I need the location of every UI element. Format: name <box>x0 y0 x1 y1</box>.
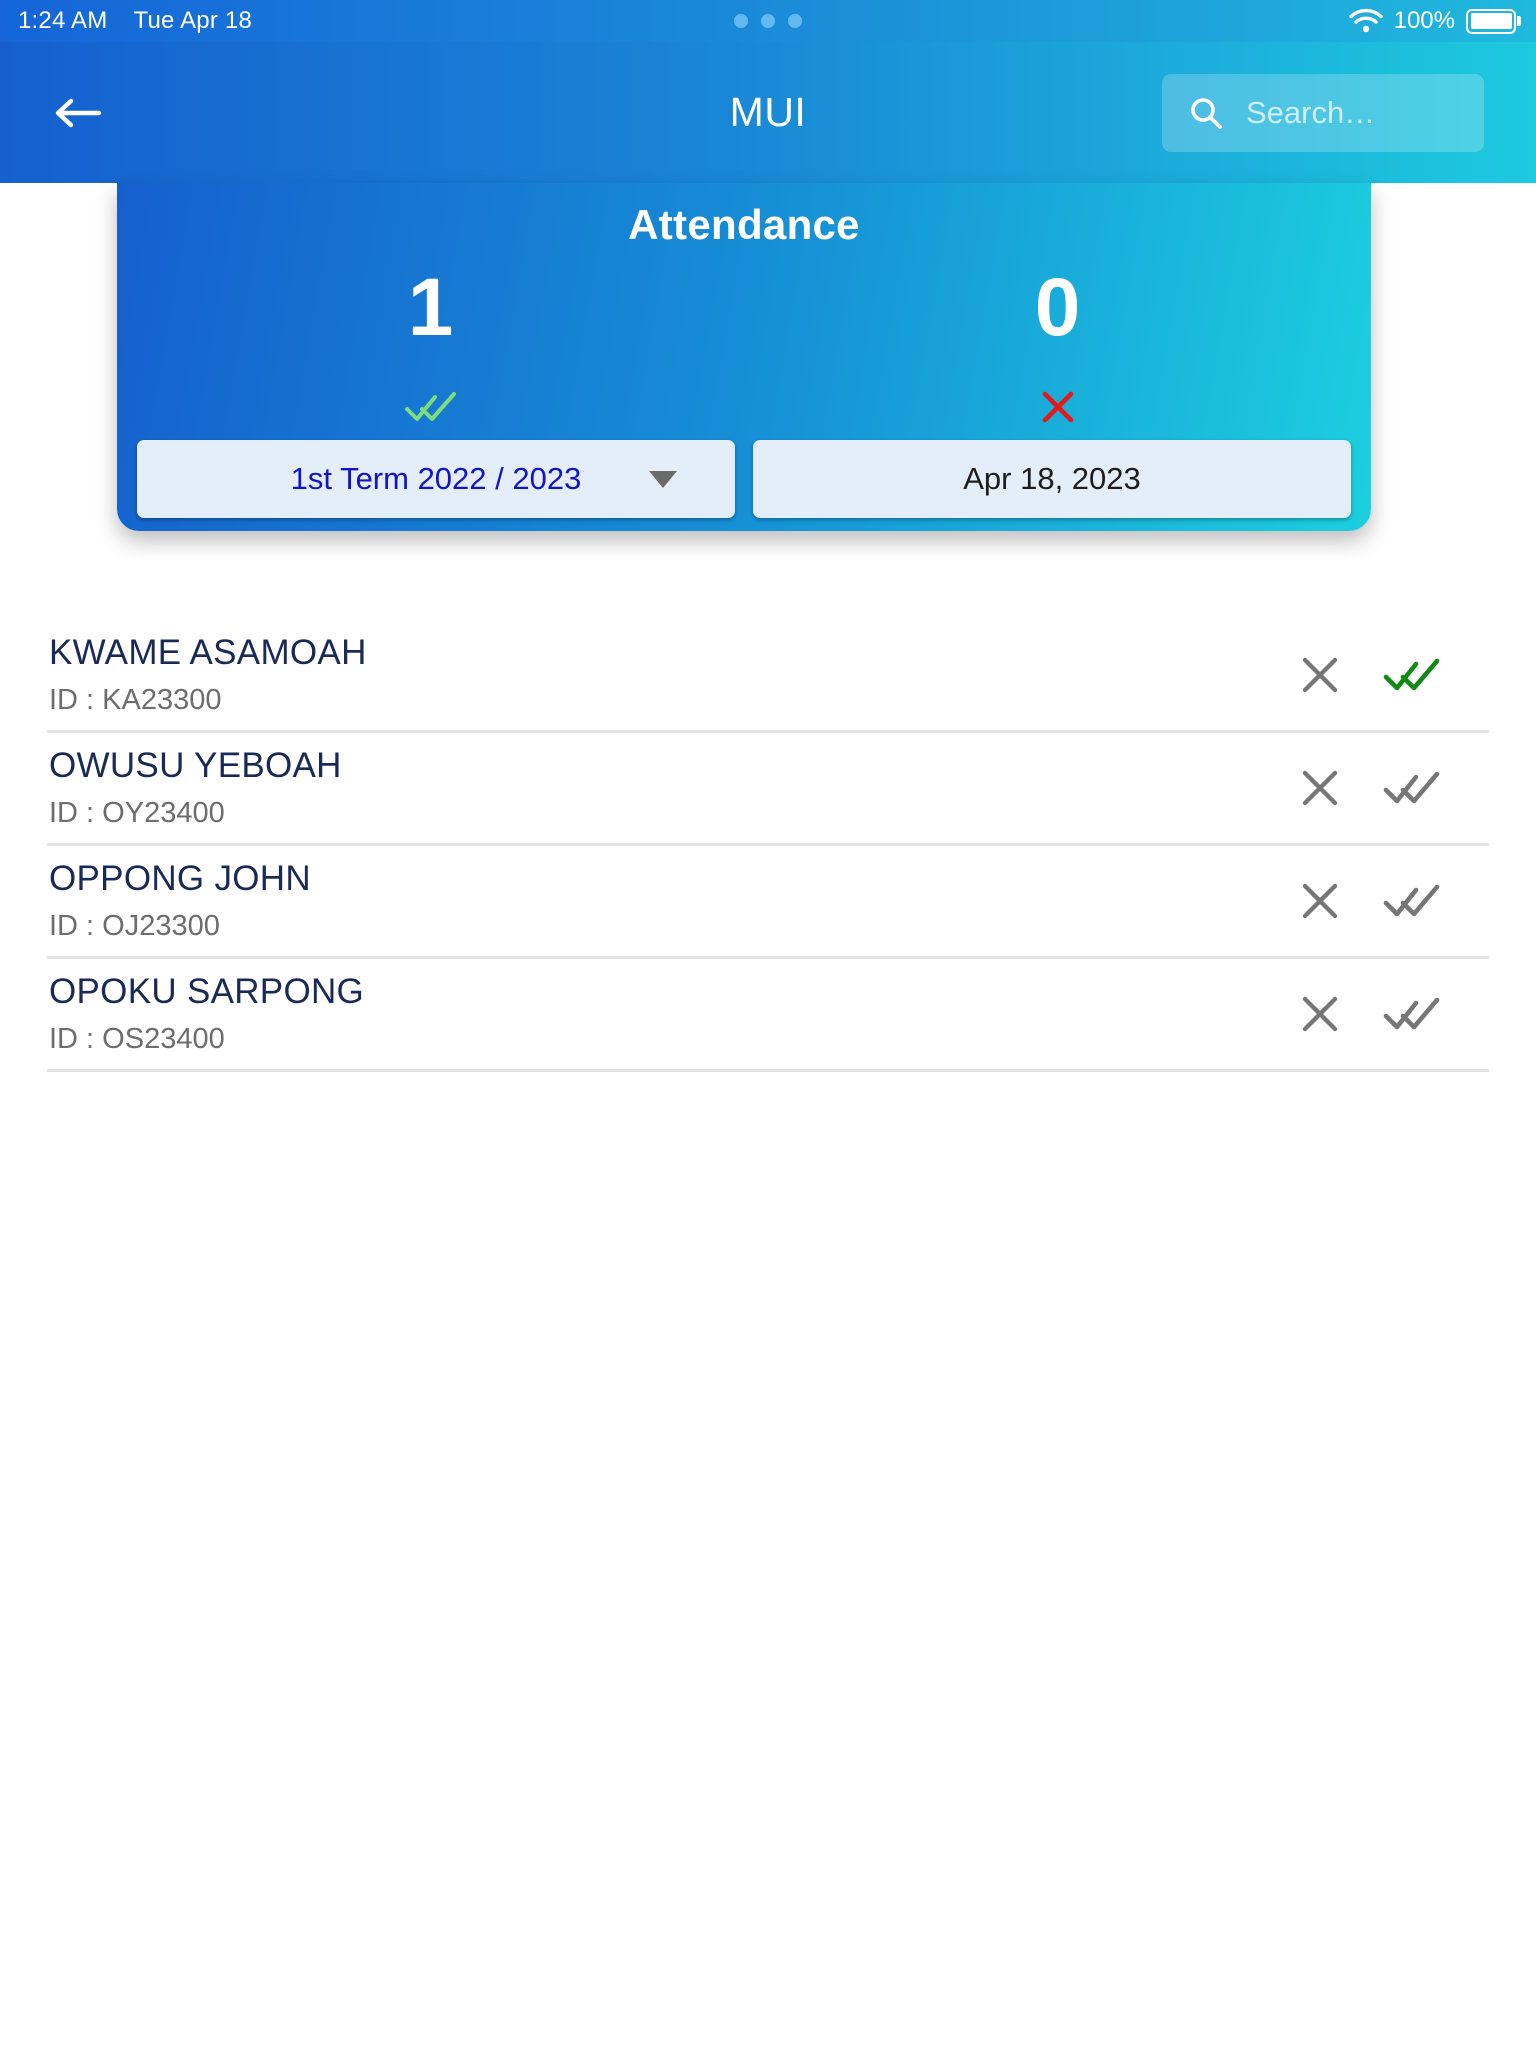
battery-fill <box>1470 13 1512 29</box>
student-id: ID : KA23300 <box>49 684 222 716</box>
student-info: OPOKU SARPONG ID : OS23400 <box>47 972 1289 1056</box>
close-x-icon <box>1302 883 1338 919</box>
student-list: KWAME ASAMOAH ID : KA23300 OWUSU YEBOAH … <box>47 620 1489 1072</box>
term-selector[interactable]: 1st Term 2022 / 2023 <box>137 440 735 518</box>
table-row[interactable]: KWAME ASAMOAH ID : KA23300 <box>47 620 1489 733</box>
date-selector-value: Apr 18, 2023 <box>963 461 1141 496</box>
student-actions <box>1289 644 1489 706</box>
status-bar-left: 1:24 AM Tue Apr 18 <box>18 7 252 35</box>
table-row[interactable]: OPPONG JOHN ID : OJ23300 <box>47 846 1489 959</box>
student-info: KWAME ASAMOAH ID : KA23300 <box>47 633 1289 717</box>
status-bar-right: 100% <box>1348 7 1516 35</box>
page-title: MUI <box>729 89 807 135</box>
double-check-icon <box>1383 658 1440 691</box>
present-indicator <box>117 387 744 427</box>
absent-stat: 0 <box>744 267 1371 427</box>
mark-present-button[interactable] <box>1381 870 1443 932</box>
student-actions <box>1289 870 1489 932</box>
present-stat: 1 <box>117 267 744 427</box>
mark-absent-button[interactable] <box>1289 644 1351 706</box>
mark-absent-button[interactable] <box>1289 983 1351 1045</box>
student-name: OPOKU SARPONG <box>49 972 365 1011</box>
status-date: Tue Apr 18 <box>133 7 252 34</box>
battery-full-icon <box>1466 8 1516 34</box>
student-name: OPPONG JOHN <box>49 859 311 898</box>
present-count: 1 <box>407 262 454 353</box>
student-id: ID : OY23400 <box>49 797 225 829</box>
table-row[interactable]: OWUSU YEBOAH ID : OY23400 <box>47 733 1489 846</box>
mark-present-button[interactable] <box>1381 644 1443 706</box>
status-bar: 1:24 AM Tue Apr 18 100% <box>0 0 1536 42</box>
close-x-icon <box>1042 391 1073 423</box>
attendance-card-wrapper: Attendance 1 0 1st Term 2022 / 2023 Apr … <box>117 183 1371 531</box>
student-id: ID : OJ23300 <box>49 910 220 942</box>
back-button[interactable] <box>42 78 112 148</box>
mark-present-button[interactable] <box>1381 757 1443 819</box>
term-selector-value: 1st Term 2022 / 2023 <box>290 461 582 496</box>
student-actions <box>1289 983 1489 1045</box>
mark-present-button[interactable] <box>1381 983 1443 1045</box>
student-actions <box>1289 757 1489 819</box>
double-check-icon <box>1383 884 1440 917</box>
search-input[interactable] <box>1246 94 1456 131</box>
close-x-icon <box>1302 770 1338 806</box>
dot <box>761 14 775 28</box>
student-id: ID : OS23400 <box>49 1023 225 1055</box>
card-selectors: 1st Term 2022 / 2023 Apr 18, 2023 <box>117 440 1371 518</box>
absent-count: 0 <box>1034 262 1081 353</box>
table-row[interactable]: OPOKU SARPONG ID : OS23400 <box>47 959 1489 1072</box>
three-dots-icon <box>734 14 802 28</box>
close-x-icon <box>1302 657 1338 693</box>
absent-indicator <box>744 387 1371 427</box>
attendance-title: Attendance <box>628 201 860 248</box>
date-selector[interactable]: Apr 18, 2023 <box>753 440 1351 518</box>
double-check-icon <box>1383 771 1440 804</box>
arrow-left-icon <box>55 98 102 127</box>
wifi-icon <box>1348 8 1383 33</box>
search-icon <box>1191 97 1222 129</box>
student-name: OWUSU YEBOAH <box>49 746 342 785</box>
dot <box>788 14 802 28</box>
double-check-icon <box>1383 997 1440 1030</box>
close-x-icon <box>1302 996 1338 1032</box>
attendance-card: Attendance 1 0 1st Term 2022 / 2023 Apr … <box>117 183 1371 531</box>
student-info: OWUSU YEBOAH ID : OY23400 <box>47 746 1289 830</box>
chevron-down-icon <box>649 470 677 488</box>
app-bar: MUI <box>0 42 1536 183</box>
double-check-icon <box>404 392 456 421</box>
mark-absent-button[interactable] <box>1289 757 1351 819</box>
search-box[interactable] <box>1162 73 1484 152</box>
dot <box>734 14 748 28</box>
student-info: OPPONG JOHN ID : OJ23300 <box>47 859 1289 943</box>
student-name: KWAME ASAMOAH <box>49 633 367 672</box>
status-time: 1:24 AM <box>18 7 108 34</box>
battery-percent-label: 100% <box>1393 7 1455 34</box>
mark-absent-button[interactable] <box>1289 870 1351 932</box>
attendance-stats: 1 0 <box>117 249 1371 427</box>
